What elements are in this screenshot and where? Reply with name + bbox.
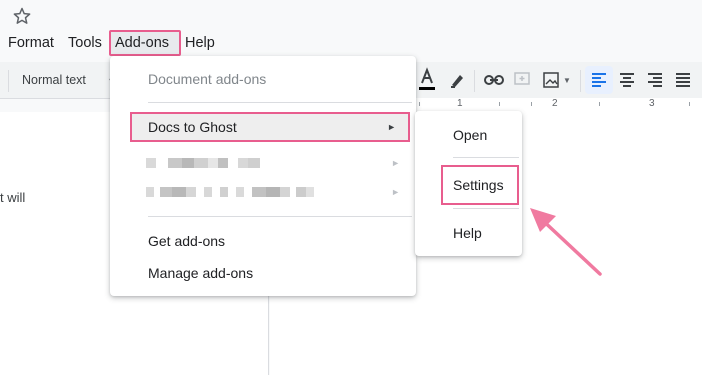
manage-addons-label: Manage add-ons: [148, 265, 254, 281]
toolbar-separator: [580, 70, 581, 92]
menu-format[interactable]: Format: [4, 30, 58, 56]
insert-link-button[interactable]: [480, 66, 508, 94]
menu-separator: [148, 102, 412, 103]
menu-separator: [453, 208, 519, 209]
text-color-icon: [419, 67, 435, 90]
highlight-color-button[interactable]: [443, 66, 471, 94]
insert-image-button[interactable]: ▼: [538, 66, 576, 94]
open-label: Open: [453, 127, 488, 143]
docs-to-ghost-submenu: Open Settings Help: [415, 111, 522, 256]
ruler-mark: 2: [552, 98, 558, 109]
align-justify-icon: [676, 73, 690, 87]
ruler-tick: [499, 102, 500, 106]
submenu-item-open[interactable]: Open: [415, 120, 522, 150]
get-addons-label: Get add-ons: [148, 233, 226, 249]
submenu-arrow-icon: ►: [391, 158, 400, 168]
menu-item-redacted-addon[interactable]: ►: [110, 177, 416, 207]
document-addons-header-label: Document add-ons: [148, 71, 267, 87]
menu-addons[interactable]: Add-ons: [109, 30, 181, 56]
align-center-button[interactable]: [613, 66, 641, 94]
toolbar-separator: [8, 70, 9, 92]
annotation-arrow-icon: [530, 208, 602, 276]
add-comment-icon: [514, 72, 530, 85]
menu-item-manage-addons[interactable]: Manage add-ons: [110, 258, 416, 288]
justify-button[interactable]: [669, 66, 697, 94]
submenu-arrow-icon: ►: [387, 122, 396, 132]
ruler-tick: [689, 102, 690, 106]
ruler-mark: 3: [649, 98, 655, 109]
paragraph-style-select[interactable]: Normal text ▼: [22, 70, 116, 91]
menu-tools[interactable]: Tools: [64, 30, 106, 56]
help-label: Help: [453, 225, 482, 241]
menu-help[interactable]: Help: [181, 30, 219, 56]
align-center-icon: [620, 73, 634, 87]
text-color-button[interactable]: [413, 66, 441, 94]
redacted-label: [146, 187, 314, 197]
menu-item-get-addons[interactable]: Get add-ons: [110, 226, 416, 256]
menu-item-redacted-addon[interactable]: ►: [110, 148, 416, 178]
image-icon: [543, 72, 559, 88]
menu-separator: [453, 157, 519, 158]
submenu-item-help[interactable]: Help: [415, 218, 522, 248]
docs-to-ghost-label: Docs to Ghost: [148, 119, 237, 135]
document-text-fragment: t will: [0, 190, 26, 205]
star-icon[interactable]: [12, 6, 32, 26]
menu-item-docs-to-ghost[interactable]: Docs to Ghost ►: [130, 112, 410, 142]
chevron-down-icon: ▼: [563, 75, 571, 85]
paragraph-style-value: Normal text: [22, 73, 86, 87]
align-left-icon: [592, 73, 606, 87]
insert-comment-button[interactable]: [508, 66, 536, 94]
align-right-button[interactable]: [641, 66, 669, 94]
align-right-icon: [648, 73, 662, 87]
ruler-tick: [599, 102, 600, 106]
ruler-tick: [419, 102, 420, 106]
submenu-item-settings[interactable]: Settings: [441, 165, 519, 205]
align-left-button[interactable]: [585, 66, 613, 94]
ruler-mark: 1: [457, 98, 463, 109]
menu-separator: [148, 216, 412, 217]
submenu-arrow-icon: ►: [391, 187, 400, 197]
settings-label: Settings: [453, 177, 504, 193]
highlighter-icon: [451, 75, 463, 88]
redacted-label: [146, 158, 260, 168]
document-addons-header: Document add-ons: [110, 64, 416, 94]
toolbar-separator: [474, 70, 475, 92]
ruler-tick: [531, 102, 532, 106]
link-icon: [484, 75, 504, 85]
menu-bar: Format Tools Add-ons Help: [0, 30, 702, 56]
addons-dropdown-menu: Document add-ons Docs to Ghost ► ► ► Get…: [110, 56, 416, 296]
